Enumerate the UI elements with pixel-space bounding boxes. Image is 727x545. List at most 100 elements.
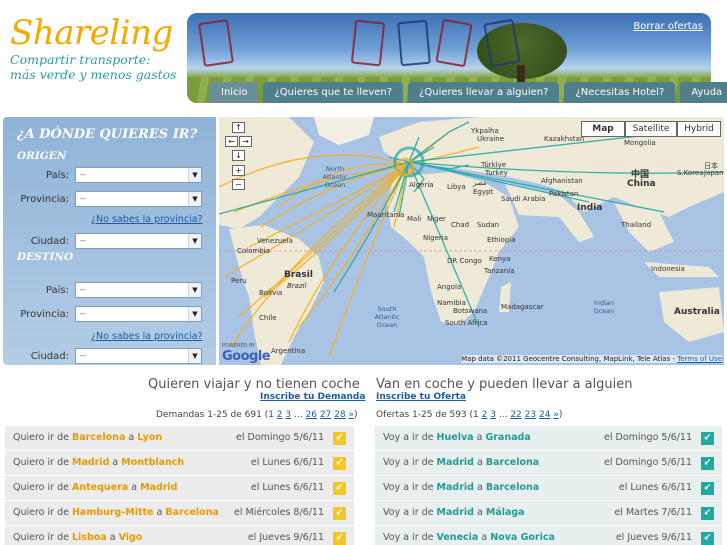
offer-route-text: Voy a ir de Huelva a Granada [383,432,531,443]
arrow-icon[interactable]: ↙ [333,482,346,495]
offers-page-1[interactable]: 1 [473,410,479,420]
map-label-australia: Australia [674,307,720,317]
arrow-icon[interactable]: ↙ [333,457,346,470]
list-item[interactable]: Voy a ir de Huelva a Granada el Domingo … [375,425,722,450]
map-label-egypt: مصر [473,179,487,187]
offers-page-23[interactable]: 23 [525,410,536,420]
offers-page-22[interactable]: 22 [510,410,521,420]
inscribe-demanda-link[interactable]: Inscribe tu Demanda [260,392,365,402]
map-label-peru: Peru [231,277,247,285]
demands-page-3[interactable]: 3 [285,410,291,420]
pan-right-button[interactable]: → [239,136,252,147]
map-label-kenya: Kenya [489,255,511,263]
arrow-icon[interactable]: ↙ [701,432,714,445]
destino-pais-select[interactable]: -- ▼ [75,282,202,298]
destination-city[interactable]: Nova Gorica [490,532,555,543]
nav-ayuda[interactable]: Ayuda [680,82,727,103]
origen-provincia-help-link[interactable]: ¿No sabes la provincia? [91,214,203,225]
origin-city[interactable]: Barcelona [72,432,125,443]
destination-city[interactable]: Barcelona [165,507,218,518]
arrow-icon[interactable]: ↙ [701,457,714,470]
list-item[interactable]: Quiero ir de Lisboa a Vigo el Jueves 9/6… [5,525,354,545]
destino-provincia-help-link[interactable]: ¿No sabes la provincia? [91,331,203,342]
nav-inicio[interactable]: Inicio [210,82,259,103]
destino-pais-label: País: [45,285,69,296]
map-label-mali: Mali [407,215,422,223]
zoom-in-button[interactable]: + [232,165,245,176]
destination-city[interactable]: Lyon [137,432,162,443]
destination-city[interactable]: Montblanch [121,457,184,468]
routes-map[interactable]: ↑ ← → ↓ + − Map Satellite Hybrid Ykpaïha… [219,117,724,365]
offers-page-3[interactable]: 3 [490,410,496,420]
offers-page-2[interactable]: 2 [482,410,488,420]
zoom-out-button[interactable]: − [232,179,245,190]
origin-city[interactable]: Venecia [437,532,479,543]
nav-quieres-llevar[interactable]: ¿Quieres llevar a alguien? [408,82,560,103]
demands-page-27[interactable]: 27 [320,410,331,420]
search-panel: ¿A DÓNDE QUIERES IR? ORIGEN País: -- ▼ P… [3,117,216,365]
inscribe-oferta-link[interactable]: Inscribe tu Oferta [376,392,466,402]
list-item[interactable]: Voy a ir de Madrid a Barcelona el Doming… [375,450,722,475]
origen-provincia-select[interactable]: -- ▼ [75,191,202,207]
map-type-satellite[interactable]: Satellite [625,121,677,137]
map-type-hybrid[interactable]: Hybrid [677,121,721,137]
arrow-icon[interactable]: ↙ [701,532,714,545]
origen-ciudad-select[interactable]: -- ▼ [75,233,202,249]
map-label-turkey-sub: Turkey [485,169,508,177]
stamp-icon [435,18,473,68]
origen-pais-select[interactable]: -- ▼ [75,167,202,183]
borrar-ofertas-link[interactable]: Borrar ofertas [633,21,703,32]
list-item[interactable]: Voy a ir de Madrid a Málaga el Martes 7/… [375,500,722,525]
arrow-icon[interactable]: ↙ [701,482,714,495]
destination-city[interactable]: Barcelona [486,457,539,468]
destino-ciudad-select[interactable]: -- ▼ [75,348,202,364]
origin-city[interactable]: Lisboa [72,532,107,543]
destination-city[interactable]: Barcelona [486,482,539,493]
pan-left-button[interactable]: ← [225,136,238,147]
destination-city[interactable]: Granada [485,432,530,443]
list-item[interactable]: Quiero ir de Antequera a Madrid el Lunes… [5,475,354,500]
destino-provincia-select[interactable]: -- ▼ [75,306,202,322]
destination-city[interactable]: Madrid [140,482,177,493]
list-item[interactable]: Voy a ir de Venecia a Nova Gorica el Jue… [375,525,722,545]
list-item[interactable]: Quiero ir de Madrid a Montblanch el Lune… [5,450,354,475]
demands-page-26[interactable]: 26 [305,410,316,420]
pan-down-button[interactable]: ↓ [232,150,245,161]
demands-page-2[interactable]: 2 [277,410,283,420]
destination-city[interactable]: Málaga [486,507,525,518]
list-item[interactable]: Voy a ir de Madrid a Barcelona el Lunes … [375,475,722,500]
offers-pager: Ofertas 1-25 de 593 (1 2 3 ... 22 23 24 … [376,410,562,420]
arrow-icon[interactable]: ↙ [701,507,714,520]
origin-city[interactable]: Madrid [437,507,474,518]
origin-city[interactable]: Huelva [437,432,474,443]
map-type-map[interactable]: Map [581,121,625,137]
origin-city[interactable]: Madrid [72,457,109,468]
google-logo[interactable]: POWERED BY Google [222,343,271,364]
origin-city[interactable]: Antequera [72,482,128,493]
list-item[interactable]: Quiero ir de Hamburg-Mitte a Barcelona e… [5,500,354,525]
demands-page-1[interactable]: 1 [268,410,274,420]
map-label-indian-ocean: Indian Ocean [593,299,615,315]
nav-necesitas-hotel[interactable]: ¿Necesitas Hotel? [564,82,676,103]
map-label-sudan: Sudan [477,221,500,229]
map-label-korea: S.Korea [677,169,704,177]
nav-quieres-que-te-lleven[interactable]: ¿Quieres que te lleven? [263,82,404,103]
map-label-kazakhstan: Kazakhstan [544,135,585,143]
list-item[interactable]: Quiero ir de Barcelona a Lyon el Domingo… [5,425,354,450]
demand-route-text: Quiero ir de Lisboa a Vigo [13,532,143,543]
arrow-icon[interactable]: ↙ [333,507,346,520]
arrow-icon[interactable]: ↙ [333,432,346,445]
terms-of-use-link[interactable]: Terms of Use [677,355,722,363]
origin-city[interactable]: Madrid [437,482,474,493]
destination-city[interactable]: Vigo [119,532,143,543]
site-logo[interactable]: Shareling Compartir transporte: más verd… [10,14,180,82]
demands-page-28[interactable]: 28 [334,410,345,420]
origin-city[interactable]: Hamburg-Mitte [72,507,154,518]
chevron-down-icon: ▼ [188,168,201,182]
pan-up-button[interactable]: ↑ [232,122,245,133]
offers-page-24[interactable]: 24 [539,410,550,420]
destino-ciudad-value: -- [80,351,86,360]
offers-title: Van en coche y pueden llevar a alguien [376,377,633,392]
origin-city[interactable]: Madrid [437,457,474,468]
arrow-icon[interactable]: ↙ [333,532,346,545]
